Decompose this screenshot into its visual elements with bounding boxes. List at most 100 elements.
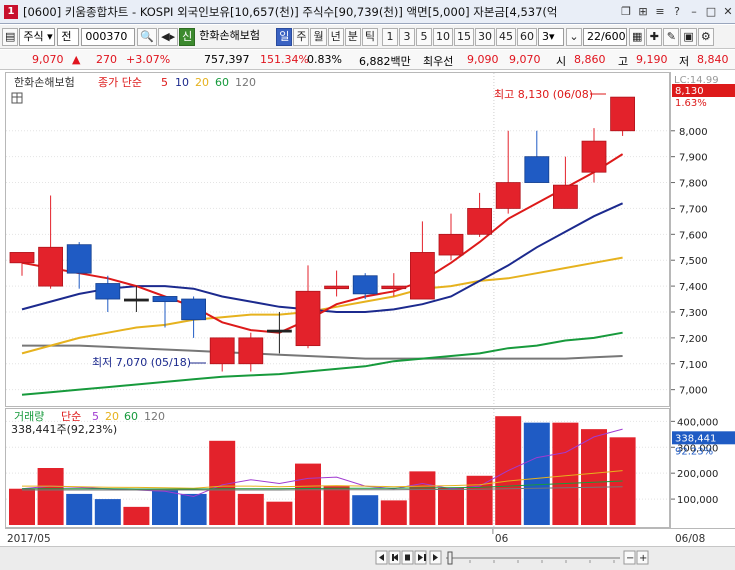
chart-menu-icon[interactable]: ▤ bbox=[2, 27, 19, 46]
tab-period-tick[interactable]: 틱 bbox=[361, 27, 378, 46]
date-axis: 2017/05 06 06/08 bbox=[5, 528, 735, 545]
candle-body bbox=[295, 290, 321, 347]
volume-current-text: 338,441주(92,23%) bbox=[11, 423, 117, 436]
candle-body bbox=[152, 296, 178, 303]
settings-icon[interactable]: ⚙ bbox=[697, 27, 714, 46]
interval-15[interactable]: 15 bbox=[453, 27, 474, 46]
price-chart-svg[interactable]: 한화손해보험 종가 단순 5 10 20 60 120 최고 8,130 (06… bbox=[6, 73, 669, 406]
window-title: [0600] 키움종합차트 - KOSPI 외국인보유[10,657(천)] 주… bbox=[23, 4, 558, 19]
crosshair-icon[interactable]: ✚ bbox=[646, 27, 663, 46]
minimize-icon[interactable]: – bbox=[687, 4, 701, 20]
chart-toolbar: ▤ 주식 ▾ 전 000370 🔍 ◀▸ 신 한화손해보험 일 주 월 년 분 … bbox=[0, 25, 735, 49]
mode-select[interactable]: 전 bbox=[57, 27, 80, 46]
volume-chart-panel[interactable]: 거래량 단순 5 20 60 120 338,441주(92,23%) bbox=[5, 408, 670, 528]
interval-60[interactable]: 60 bbox=[516, 27, 537, 46]
high-label: 고 bbox=[618, 55, 629, 68]
low-label: 저 bbox=[679, 55, 690, 68]
tab-period-minute[interactable]: 분 bbox=[344, 27, 361, 46]
stock-code-input[interactable]: 000370 bbox=[81, 27, 136, 46]
volume-tick-label: 400,000 bbox=[677, 417, 718, 428]
candle-body bbox=[38, 246, 63, 287]
legend-vol-ma-60: 60 bbox=[124, 410, 138, 423]
price-tick-label: 7,300 bbox=[679, 308, 708, 319]
volume-bar bbox=[438, 487, 464, 525]
up-arrow-icon: ▲ bbox=[72, 53, 81, 66]
maximize-icon[interactable]: □ bbox=[704, 4, 718, 20]
volume-chart-svg[interactable]: 거래량 단순 5 20 60 120 338,441주(92,23%) bbox=[6, 409, 669, 527]
close-icon[interactable]: ✕ bbox=[721, 4, 735, 20]
title-bar: 1 [0600] 키움종합차트 - KOSPI 외국인보유[10,657(천)]… bbox=[0, 0, 735, 24]
candle-body bbox=[266, 329, 292, 333]
candle-body bbox=[9, 252, 35, 264]
legend-vol-ma-5: 5 bbox=[92, 410, 99, 423]
volume-bar bbox=[9, 488, 35, 525]
volume-bar bbox=[352, 495, 379, 525]
best-quote-label: 최우선 bbox=[423, 55, 454, 68]
current-price: 9,070 bbox=[32, 53, 64, 66]
tab-period-year[interactable]: 년 bbox=[327, 27, 344, 46]
tab-period-week[interactable]: 주 bbox=[293, 27, 310, 46]
current-price-tag: 8,130 bbox=[675, 86, 704, 97]
volume-pct-tag: 92.23% bbox=[675, 446, 713, 457]
interval-select[interactable]: 3▾ bbox=[537, 27, 564, 46]
volume-bar bbox=[66, 493, 93, 525]
volume-bar bbox=[94, 499, 121, 525]
page-counter[interactable]: 22/600 bbox=[582, 27, 627, 46]
price-axis-ticks: 7,000 7,100 7,200 7,300 7,400 7,500 7,600 7,700… bbox=[671, 127, 708, 397]
volume-bar bbox=[552, 422, 579, 525]
tab-period-month[interactable]: 월 bbox=[310, 27, 327, 46]
candle-body bbox=[495, 182, 521, 209]
quote-bar: 9,070 ▲ 270 +3.07% 757,397 151.34% 0.83%… bbox=[0, 50, 735, 70]
volume-tag: 338,441 bbox=[675, 433, 716, 444]
volume-bar bbox=[37, 468, 64, 525]
restore-icon[interactable]: ❐ bbox=[619, 4, 633, 20]
price-change: 270 bbox=[96, 53, 117, 66]
interval-10[interactable]: 10 bbox=[432, 27, 453, 46]
price-tick-label: 7,500 bbox=[679, 256, 708, 267]
volume-bar bbox=[237, 493, 264, 525]
volume-bar bbox=[323, 486, 350, 525]
interval-5[interactable]: 5 bbox=[415, 27, 432, 46]
candle-body bbox=[438, 233, 464, 256]
volume-bar bbox=[123, 506, 150, 525]
svg-text:−: − bbox=[626, 553, 634, 564]
tab-period-day[interactable]: 일 bbox=[276, 27, 293, 46]
legend-volume-ma-label: 단순 bbox=[61, 410, 81, 423]
market-select[interactable]: 주식 ▾ bbox=[19, 27, 56, 46]
price-tick-label: 7,200 bbox=[679, 334, 708, 345]
grid-icon[interactable]: ▦ bbox=[628, 27, 646, 46]
interval-3[interactable]: 3 bbox=[398, 27, 415, 46]
candle-body bbox=[381, 285, 407, 290]
interval-45[interactable]: 45 bbox=[495, 27, 516, 46]
legend-stock-name: 한화손해보험 bbox=[14, 75, 75, 89]
tool-icon[interactable]: ✎ bbox=[663, 27, 680, 46]
pin-icon[interactable]: ⊞ bbox=[636, 4, 650, 20]
interval-30[interactable]: 30 bbox=[474, 27, 495, 46]
search-icon[interactable]: 🔍 bbox=[137, 27, 158, 46]
help-icon[interactable]: ? bbox=[670, 4, 684, 20]
chevron-down-icon[interactable]: ⌄ bbox=[565, 27, 582, 46]
price-tick-label: 8,000 bbox=[679, 127, 708, 138]
sound-icon[interactable]: ◀▸ bbox=[158, 27, 179, 46]
volume-bar bbox=[152, 488, 178, 525]
legend-ma-60: 60 bbox=[215, 76, 229, 89]
legend-ma-20: 20 bbox=[195, 76, 209, 89]
low-price: 8,840 bbox=[697, 53, 729, 66]
volume-axis-ticks: 100,000200,000300,000400,000 bbox=[671, 417, 718, 506]
price-tick-label: 7,400 bbox=[679, 282, 708, 293]
menu-icon[interactable]: ≡ bbox=[653, 4, 667, 20]
legend-vol-ma-120: 120 bbox=[144, 410, 165, 423]
date-label-06: 06 bbox=[495, 533, 509, 545]
price-chart-panel[interactable]: 한화손해보험 종가 단순 5 10 20 60 120 최고 8,130 (06… bbox=[5, 72, 670, 407]
volume-bar bbox=[409, 471, 436, 525]
volume-bar bbox=[523, 422, 550, 525]
shin-badge[interactable]: 신 bbox=[179, 27, 196, 46]
interval-1[interactable]: 1 bbox=[381, 27, 398, 46]
zoom-slider-thumb[interactable] bbox=[447, 551, 453, 565]
legend-ma-5: 5 bbox=[161, 76, 168, 89]
candle-body bbox=[553, 184, 578, 209]
stock-name: 한화손해보험 bbox=[199, 28, 260, 42]
candle-body bbox=[181, 298, 207, 321]
save-icon[interactable]: ▣ bbox=[680, 27, 697, 46]
candle-body bbox=[352, 275, 378, 295]
